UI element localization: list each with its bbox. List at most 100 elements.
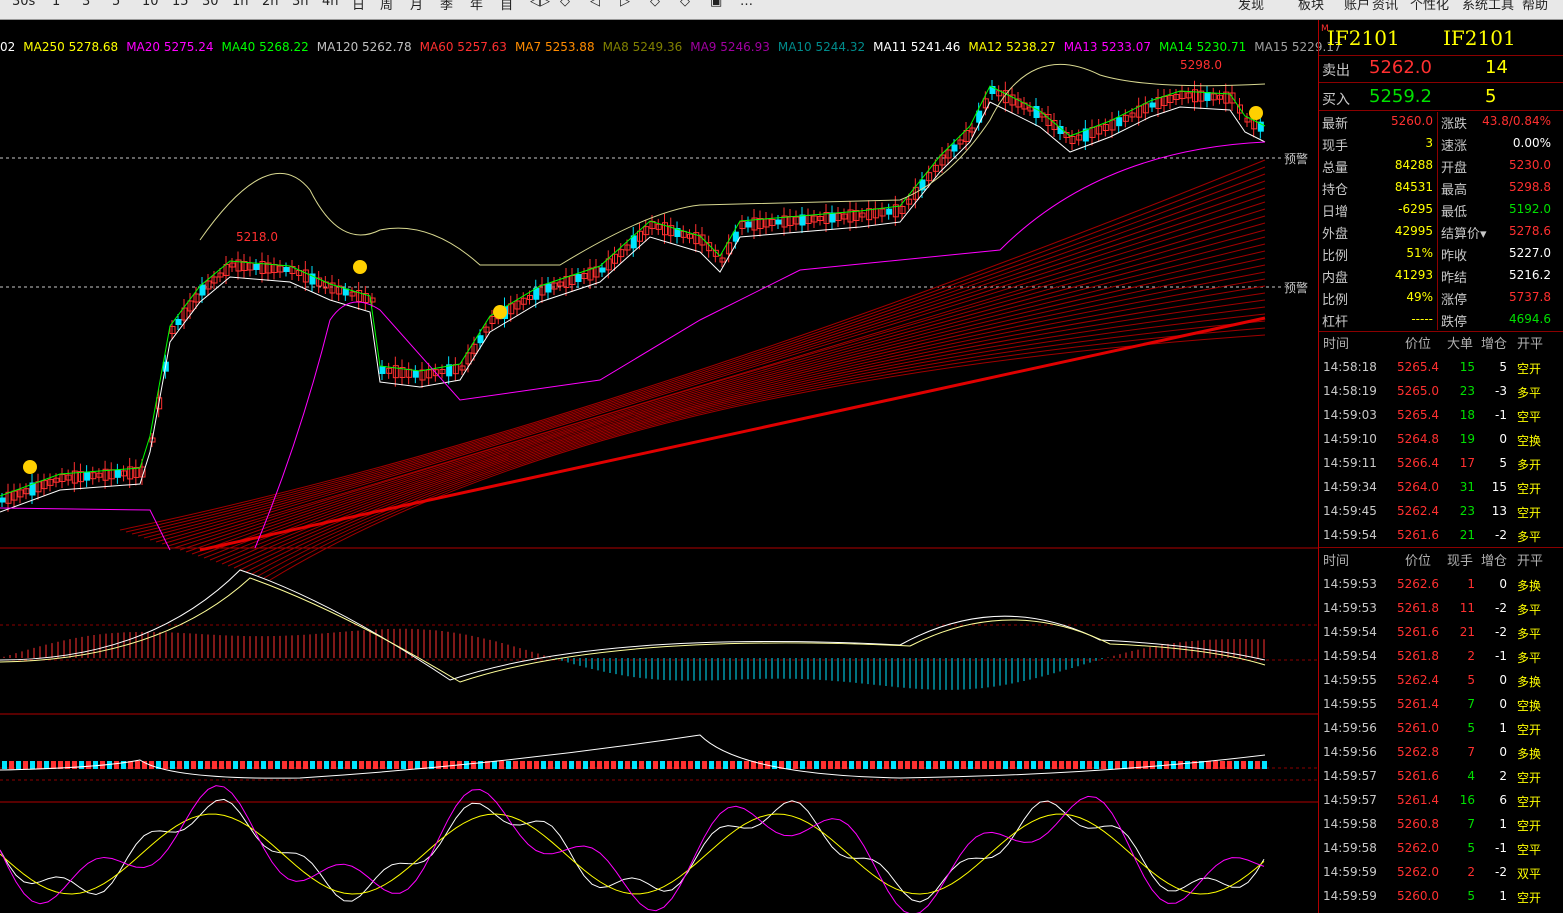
toolbar-item[interactable]: 周 — [380, 0, 393, 13]
toolbar-item[interactable]: 发现 — [1238, 0, 1264, 13]
oi-bar — [737, 761, 742, 769]
cell-chg: -3 — [1495, 384, 1507, 398]
tick-row[interactable]: 14:59:56 5262.8 7 0 多换 — [1319, 742, 1563, 764]
tick-row[interactable]: 14:59:59 5262.0 2 -2 双平 — [1319, 862, 1563, 884]
toolbar-item[interactable]: 10 — [142, 0, 159, 9]
candle-body — [1149, 102, 1156, 108]
toolbar-item[interactable]: 个性化 — [1410, 0, 1449, 13]
oi-bar — [1143, 761, 1148, 769]
toolbar-item[interactable]: 季 — [440, 0, 453, 13]
oi-bar — [912, 761, 917, 769]
big-order-row[interactable]: 14:59:34 5264.0 31 15 空开 — [1319, 477, 1563, 499]
oi-bar — [492, 761, 497, 769]
toolbar-item[interactable]: 15 — [172, 0, 189, 9]
toolbar-item[interactable]: ▣ — [710, 0, 722, 9]
cell-chg: 0 — [1499, 745, 1507, 759]
candle-body — [886, 208, 893, 215]
cell-time: 14:59:45 — [1323, 504, 1377, 518]
tick-row[interactable]: 14:59:56 5261.0 5 1 空开 — [1319, 718, 1563, 740]
oi-bar — [681, 761, 686, 769]
big-order-row[interactable]: 14:59:10 5264.8 19 0 空换 — [1319, 429, 1563, 451]
toolbar-item[interactable]: 4h — [322, 0, 339, 9]
big-order-row[interactable]: 14:58:19 5265.0 23 -3 多平 — [1319, 381, 1563, 403]
toolbar-item[interactable]: 30 — [202, 0, 219, 9]
ma-legend-item: MA9 5246.93 — [690, 40, 770, 54]
tick-row[interactable]: 14:59:55 5261.4 7 0 空换 — [1319, 694, 1563, 716]
kline-chart[interactable] — [0, 20, 1318, 913]
stat-value: 4694.6 — [1509, 312, 1551, 326]
symbol-code[interactable]: IF2101 — [1327, 26, 1400, 50]
toolbar-item[interactable]: 账户 — [1344, 0, 1370, 13]
smiley-icon — [493, 305, 507, 319]
big-order-row[interactable]: 14:59:54 5261.6 21 -2 多平 — [1319, 525, 1563, 547]
tick-row[interactable]: 14:59:59 5260.0 5 1 空开 — [1319, 886, 1563, 908]
kdj-j — [0, 785, 1265, 913]
oi-bar — [947, 761, 952, 769]
toolbar-item[interactable]: 月 — [410, 0, 423, 13]
oi-line — [0, 734, 1266, 779]
list-header: 大单 — [1447, 337, 1474, 352]
oi-bar — [954, 761, 959, 769]
ma-legend-item: MA8 5249.36 — [602, 40, 683, 54]
tick-row[interactable]: 14:59:53 5261.8 11 -2 多平 — [1319, 598, 1563, 620]
tick-row[interactable]: 14:59:57 5261.6 4 2 空开 — [1319, 766, 1563, 788]
toolbar-item[interactable]: 资讯 — [1372, 0, 1398, 13]
oi-bar — [1150, 761, 1155, 769]
cell-type: 空开 — [1517, 891, 1542, 905]
toolbar-item[interactable]: 自 — [500, 0, 513, 13]
stat-value: -6295 — [1398, 202, 1433, 216]
toolbar-item[interactable]: 1 — [52, 0, 60, 9]
toolbar-item[interactable]: 板块 — [1298, 0, 1324, 13]
oi-bar — [282, 761, 287, 769]
toolbar-item[interactable]: … — [740, 0, 753, 9]
toolbar-item[interactable]: 3 — [82, 0, 90, 9]
toolbar-item[interactable]: 30s — [12, 0, 35, 9]
stat-label: 杠杆 — [1322, 315, 1349, 330]
ma-legend-item: MA13 5233.07 — [1063, 40, 1151, 54]
toolbar-item[interactable]: 3h — [292, 0, 309, 9]
toolbar-item[interactable]: 2h — [262, 0, 279, 9]
toolbar-item[interactable]: ◁▷ — [530, 0, 550, 9]
oi-bar — [1234, 761, 1239, 769]
alert-label[interactable]: 预警 — [1282, 279, 1311, 296]
oi-bar — [1220, 761, 1225, 769]
cell-type: 空开 — [1517, 482, 1542, 496]
toolbar-item[interactable]: ◇ — [650, 0, 660, 9]
tick-row[interactable]: 14:59:53 5262.6 1 0 多换 — [1319, 574, 1563, 596]
tick-row[interactable]: 14:59:58 5260.8 7 1 空开 — [1319, 814, 1563, 836]
ma-legend: 02 MA250 5278.68 MA20 5275.24 MA40 5268.22 M… — [0, 40, 1350, 56]
toolbar-item[interactable]: 5 — [112, 0, 120, 9]
toolbar-item[interactable]: 1h — [232, 0, 249, 9]
toolbar-item[interactable]: 帮助 — [1522, 0, 1548, 13]
tick-row[interactable]: 14:59:58 5262.0 5 -1 空平 — [1319, 838, 1563, 860]
oi-bar — [93, 761, 98, 769]
toolbar-item[interactable]: 年 — [470, 0, 483, 13]
oi-bar — [723, 761, 728, 769]
tick-row[interactable]: 14:59:55 5262.4 5 0 多换 — [1319, 670, 1563, 692]
cell-chg: 2 — [1499, 769, 1507, 783]
toolbar-item[interactable]: 系统工具 — [1462, 0, 1514, 13]
alert-label[interactable]: 预警 — [1282, 150, 1311, 167]
cell-chg: 0 — [1499, 577, 1507, 591]
big-order-row[interactable]: 14:59:11 5266.4 17 5 多开 — [1319, 453, 1563, 475]
candle-body — [175, 319, 182, 325]
toolbar-item[interactable]: ◁ — [590, 0, 600, 9]
candle-body — [599, 267, 606, 273]
toolbar-item[interactable]: ▷ — [620, 0, 630, 9]
big-order-row[interactable]: 14:59:45 5262.4 23 13 空开 — [1319, 501, 1563, 523]
big-order-row[interactable]: 14:58:18 5265.4 15 5 空开 — [1319, 357, 1563, 379]
cell-price: 5261.6 — [1397, 625, 1439, 639]
cell-chg: -2 — [1495, 528, 1507, 542]
tick-row[interactable]: 14:59:54 5261.6 21 -2 多平 — [1319, 622, 1563, 644]
oi-bar — [366, 761, 371, 769]
tick-row[interactable]: 14:59:54 5261.8 2 -1 多平 — [1319, 646, 1563, 668]
toolbar-item[interactable]: 日 — [352, 0, 365, 13]
oi-bar — [863, 761, 868, 769]
candle-body — [951, 144, 958, 152]
oi-bar — [849, 761, 854, 769]
tick-row[interactable]: 14:59:57 5261.4 16 6 空开 — [1319, 790, 1563, 812]
toolbar-item[interactable]: ◇ — [560, 0, 570, 9]
big-order-row[interactable]: 14:59:03 5265.4 18 -1 空平 — [1319, 405, 1563, 427]
cell-chg: 15 — [1491, 480, 1507, 494]
toolbar-item[interactable]: ◇ — [680, 0, 690, 9]
